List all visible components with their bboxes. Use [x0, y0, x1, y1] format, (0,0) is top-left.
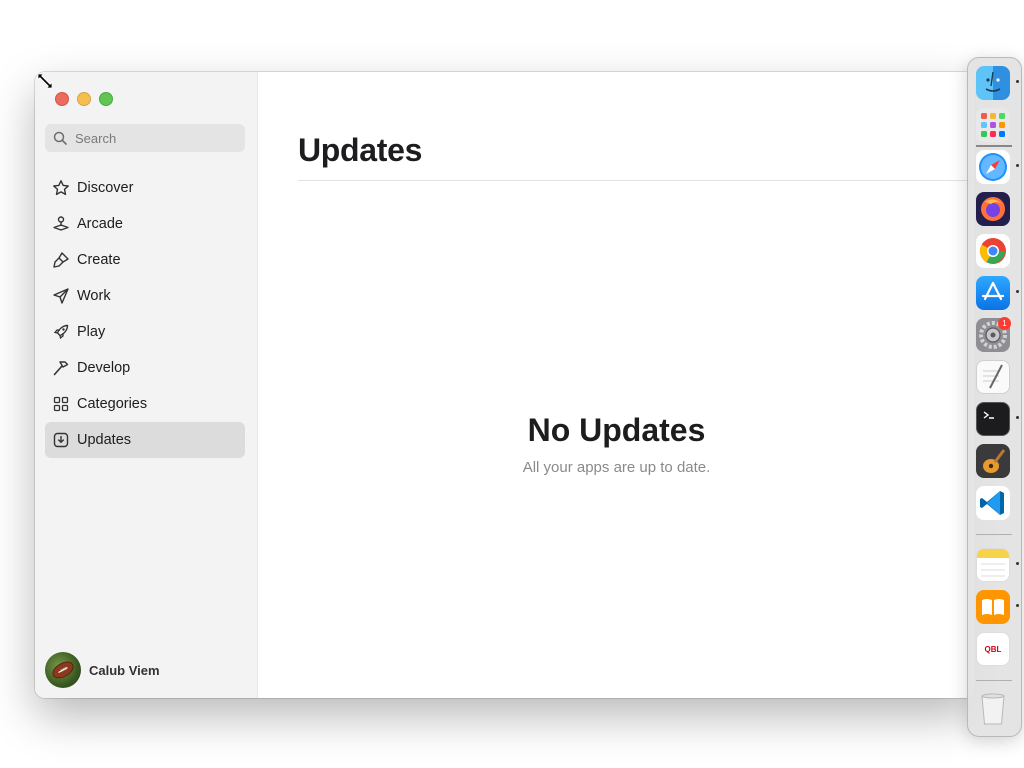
paintbrush-icon — [51, 250, 71, 270]
resize-cursor-icon — [37, 73, 53, 89]
sidebar-nav: Discover Arcade Create Work Play Develop… — [45, 170, 245, 458]
dock: 1 QBL — [967, 57, 1022, 737]
qbl-label: QBL — [984, 644, 1002, 654]
safari-icon[interactable] — [976, 150, 1010, 184]
search-icon — [53, 131, 67, 145]
avatar — [45, 652, 81, 688]
title-divider — [298, 180, 975, 181]
sidebar-item-play[interactable]: Play — [45, 314, 245, 350]
sidebar-item-updates[interactable]: Updates — [45, 422, 245, 458]
sidebar-item-work[interactable]: Work — [45, 278, 245, 314]
launchpad-icon[interactable] — [976, 108, 1010, 142]
sidebar-item-label: Categories — [77, 396, 148, 412]
sidebar-item-label: Work — [77, 288, 111, 304]
sidebar-item-create[interactable]: Create — [45, 242, 245, 278]
notification-badge: 1 — [998, 317, 1011, 330]
minimize-button[interactable] — [77, 92, 91, 106]
sidebar: Discover Arcade Create Work — [35, 72, 258, 698]
paperplane-icon — [51, 286, 71, 306]
app-store-window: Discover Arcade Create Work — [35, 72, 975, 698]
running-indicator — [1016, 80, 1019, 83]
running-indicator — [1016, 562, 1019, 565]
dock-separator — [976, 145, 1012, 147]
hammer-icon — [51, 358, 71, 378]
main-content: Updates No Updates All your apps are up … — [258, 72, 975, 698]
sidebar-item-categories[interactable]: Categories — [45, 386, 245, 422]
sidebar-item-label: Play — [77, 324, 106, 340]
books-icon[interactable] — [976, 590, 1010, 624]
sidebar-item-label: Create — [77, 252, 121, 268]
finder-icon[interactable] — [976, 66, 1010, 100]
search-input[interactable] — [73, 129, 237, 147]
account-button[interactable]: Calub Viem — [45, 652, 160, 688]
notes-icon[interactable] — [976, 548, 1010, 582]
football-icon — [52, 661, 74, 679]
vscode-icon[interactable] — [976, 486, 1010, 520]
garageband-icon[interactable] — [976, 444, 1010, 478]
rocket-icon — [51, 322, 71, 342]
sidebar-item-label: Develop — [77, 360, 131, 376]
sidebar-item-label: Updates — [77, 432, 132, 448]
page-title: Updates — [298, 132, 423, 168]
empty-state-subtitle: All your apps are up to date. — [522, 459, 711, 476]
qbl-app-icon[interactable]: QBL — [976, 632, 1010, 666]
app-store-icon[interactable] — [976, 276, 1010, 310]
download-tray-icon — [51, 430, 71, 450]
sidebar-item-discover[interactable]: Discover — [45, 170, 245, 206]
firefox-icon[interactable] — [976, 192, 1010, 226]
trash-icon[interactable] — [976, 692, 1010, 726]
search-field[interactable] — [45, 124, 245, 152]
dock-separator — [976, 680, 1012, 681]
running-indicator — [1016, 604, 1019, 607]
running-indicator — [1016, 416, 1019, 419]
user-name: Calub Viem — [89, 662, 160, 678]
system-settings-icon[interactable]: 1 — [976, 317, 1011, 352]
running-indicator — [1016, 290, 1019, 293]
window-controls — [55, 92, 113, 106]
empty-state-title: No Updates — [527, 412, 706, 448]
zoom-button[interactable] — [99, 92, 113, 106]
grid-icon — [51, 394, 71, 414]
sidebar-item-develop[interactable]: Develop — [45, 350, 245, 386]
joystick-icon — [51, 214, 71, 234]
sidebar-item-label: Arcade — [77, 216, 123, 232]
sidebar-item-label: Discover — [77, 180, 134, 196]
star-icon — [51, 178, 71, 198]
running-indicator — [1016, 164, 1019, 167]
terminal-icon[interactable] — [976, 402, 1010, 436]
dock-separator — [976, 534, 1012, 535]
textedit-icon[interactable] — [976, 360, 1010, 394]
close-button[interactable] — [55, 92, 69, 106]
sidebar-item-arcade[interactable]: Arcade — [45, 206, 245, 242]
chrome-icon[interactable] — [976, 234, 1010, 268]
